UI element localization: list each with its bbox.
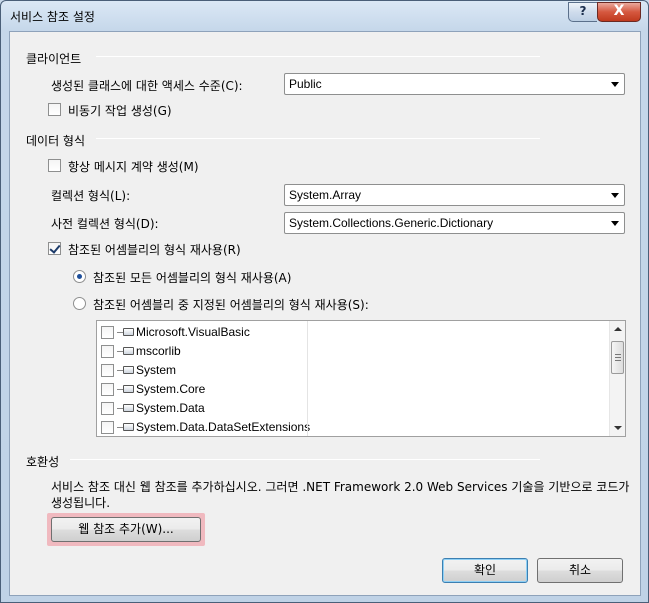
- dictionary-type-value: System.Collections.Generic.Dictionary: [289, 216, 494, 230]
- assembly-icon: [123, 328, 134, 336]
- reuse-types-checkbox[interactable]: [48, 242, 61, 255]
- collection-type-dropdown[interactable]: System.Array: [284, 184, 625, 206]
- assembly-label: System.Data.DataSetExtensions: [136, 420, 311, 434]
- reuse-all-label: 참조된 모든 어셈블리의 형식 재사용(A): [93, 271, 292, 285]
- scrollbar-thumb[interactable]: [611, 341, 624, 374]
- assembly-icon: [123, 347, 134, 355]
- dialog-body: 클라이언트 생성된 클래스에 대한 액세스 수준(C): Public 비동기 …: [9, 31, 641, 596]
- client-section-divider: [96, 56, 540, 57]
- dialog-window: 서비스 참조 설정 ? X 클라이언트 생성된 클래스에 대한 액세스 수준(C…: [0, 0, 649, 603]
- list-item[interactable]: System: [101, 361, 306, 380]
- scroll-up-icon[interactable]: [614, 327, 622, 331]
- collection-type-label: 컬렉션 형식(L):: [51, 189, 131, 203]
- list-column-divider: [307, 321, 308, 436]
- reuse-all-radio[interactable]: [73, 270, 86, 283]
- assembly-label: Microsoft.VisualBasic: [136, 325, 250, 339]
- assembly-checkbox[interactable]: [101, 364, 114, 377]
- access-level-value: Public: [289, 77, 322, 91]
- async-label: 비동기 작업 생성(G): [68, 104, 172, 118]
- access-level-label: 생성된 클래스에 대한 액세스 수준(C):: [51, 79, 243, 93]
- assembly-icon: [123, 404, 134, 412]
- list-item[interactable]: System.Data: [101, 399, 306, 418]
- close-button[interactable]: X: [597, 2, 641, 22]
- close-icon: X: [613, 3, 625, 19]
- grip-line: [615, 357, 621, 358]
- assembly-icon: [123, 423, 134, 431]
- add-web-reference-button[interactable]: 웹 참조 추가(W)...: [51, 517, 201, 542]
- assembly-label: mscorlib: [136, 344, 181, 358]
- assembly-list-scrollbar[interactable]: [609, 321, 625, 436]
- chevron-down-icon: [611, 221, 619, 226]
- chevron-down-icon: [611, 193, 619, 198]
- assembly-label: System.Core: [136, 382, 206, 396]
- assembly-icon: [123, 385, 134, 393]
- ok-button[interactable]: 확인: [442, 558, 528, 583]
- reuse-specified-radio[interactable]: [73, 297, 86, 310]
- help-button[interactable]: ?: [568, 2, 597, 22]
- chevron-down-icon: [611, 82, 619, 87]
- assembly-label: System: [136, 363, 177, 377]
- title-bar[interactable]: 서비스 참조 설정 ? X: [1, 1, 648, 31]
- dictionary-type-label: 사전 컬렉션 형식(D):: [51, 217, 159, 231]
- always-generate-checkbox[interactable]: [48, 159, 61, 172]
- collection-type-value: System.Array: [289, 188, 362, 202]
- grip-line: [615, 354, 621, 355]
- list-item[interactable]: mscorlib: [101, 342, 306, 361]
- compat-description: 서비스 참조 대신 웹 참조를 추가하십시오. 그러면 .NET Framewo…: [51, 480, 630, 510]
- compat-section-divider: [70, 459, 540, 460]
- reuse-types-label: 참조된 어셈블리의 형식 재사용(R): [68, 243, 241, 257]
- list-item[interactable]: Microsoft.VisualBasic: [101, 323, 306, 342]
- assembly-checkbox[interactable]: [101, 345, 114, 358]
- dictionary-type-dropdown[interactable]: System.Collections.Generic.Dictionary: [284, 212, 625, 234]
- assembly-checkbox[interactable]: [101, 326, 114, 339]
- data-type-section-heading: 데이터 형식: [26, 134, 86, 148]
- assembly-list[interactable]: Microsoft.VisualBasic mscorlib System Sy…: [96, 320, 626, 437]
- assembly-label: System.Data: [136, 401, 205, 415]
- cancel-button[interactable]: 취소: [537, 558, 623, 583]
- access-level-dropdown[interactable]: Public: [284, 73, 625, 95]
- list-item[interactable]: System.Data.DataSetExtensions: [101, 418, 310, 437]
- compat-section-heading: 호환성: [26, 455, 60, 469]
- reuse-specified-label: 참조된 어셈블리 중 지정된 어셈블리의 형식 재사용(S):: [93, 298, 369, 312]
- window-title: 서비스 참조 설정: [10, 10, 95, 24]
- assembly-checkbox[interactable]: [101, 402, 114, 415]
- data-type-section-divider: [96, 138, 540, 139]
- assembly-icon: [123, 366, 134, 374]
- scroll-down-icon[interactable]: [614, 426, 622, 430]
- grip-line: [615, 360, 621, 361]
- async-checkbox[interactable]: [48, 103, 61, 116]
- always-generate-label: 항상 메시지 계약 생성(M): [68, 160, 199, 174]
- client-section-heading: 클라이언트: [26, 52, 82, 66]
- assembly-checkbox[interactable]: [101, 383, 114, 396]
- list-item[interactable]: System.Core: [101, 380, 306, 399]
- assembly-checkbox[interactable]: [101, 421, 114, 434]
